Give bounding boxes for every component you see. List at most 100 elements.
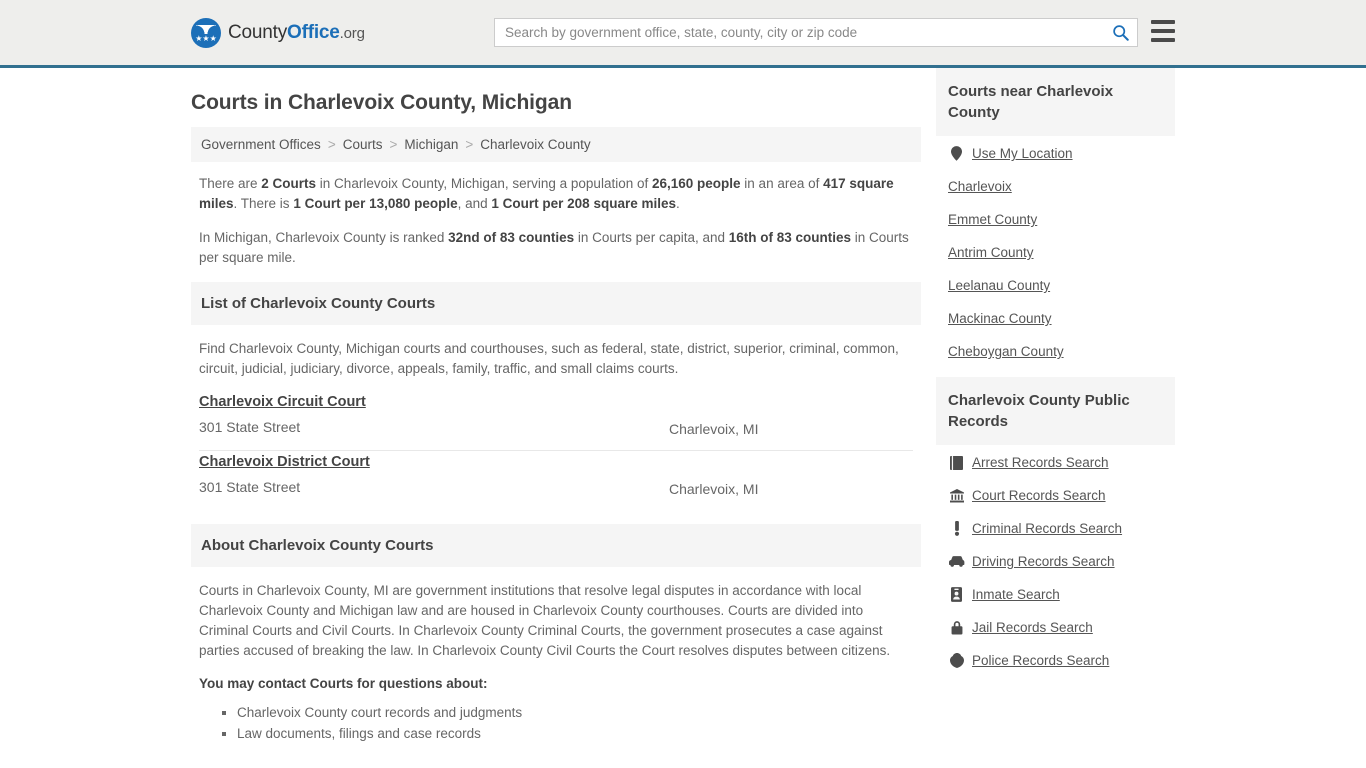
court-city-state: Charlevoix, MI — [669, 481, 759, 497]
public-record-item[interactable]: Jail Records Search — [948, 620, 1163, 635]
stat-value: 2 Courts — [261, 176, 317, 191]
nearby-court-item[interactable]: Antrim County — [948, 245, 1163, 260]
contact-lead: You may contact Courts for questions abo… — [199, 676, 488, 691]
public-record-item[interactable]: Criminal Records Search — [948, 521, 1163, 536]
court-address: 301 State Street — [199, 419, 301, 435]
about-paragraph: Courts in Charlevoix County, MI are gove… — [199, 583, 891, 658]
public-records-links: Arrest Records Search Court Records Searc… — [936, 445, 1175, 672]
contact-topic-item: Charlevoix County court records and judg… — [237, 702, 913, 723]
stat-text: in Charlevoix County, Michigan, serving … — [316, 176, 652, 191]
stats-paragraph-1: There are 2 Courts in Charlevoix County,… — [199, 174, 913, 214]
courts-list-heading: List of Charlevoix County Courts — [191, 282, 921, 325]
court-address: 301 State Street — [199, 479, 301, 495]
nearby-court-link[interactable]: Emmet County — [948, 212, 1037, 227]
nearby-court-item[interactable]: Cheboygan County — [948, 344, 1163, 359]
nearby-court-link[interactable]: Antrim County — [948, 245, 1034, 260]
nearby-court-link[interactable]: Charlevoix — [948, 179, 1012, 194]
public-record-link[interactable]: Court Records Search — [972, 488, 1106, 503]
public-record-item[interactable]: Driving Records Search — [948, 554, 1163, 569]
stat-value: 1 Court per 13,080 people — [293, 196, 458, 211]
court-info: Charlevoix District Court 301 State Stree… — [199, 453, 669, 498]
exclamation-icon — [948, 521, 965, 536]
courts-list-description: Find Charlevoix County, Michigan courts … — [199, 341, 899, 376]
court-entry: Charlevoix Circuit Court 301 State Street… — [199, 391, 913, 451]
brand-text-office: Office — [287, 21, 340, 43]
breadcrumb: Government Offices > Courts > Michigan > Charl… — [191, 127, 921, 162]
breadcrumb-item-2[interactable]: Courts — [343, 137, 383, 152]
public-record-item[interactable]: Inmate Search — [948, 587, 1163, 602]
courts-list: Charlevoix Circuit Court 301 State Street… — [191, 391, 921, 510]
nearby-court-link[interactable]: Leelanau County — [948, 278, 1050, 293]
breadcrumb-separator: > — [465, 137, 474, 152]
breadcrumb-item-3[interactable]: Michigan — [404, 137, 458, 152]
public-records-heading: Charlevoix County Public Records — [936, 377, 1175, 445]
eagle-logo-icon: ★★★ — [191, 17, 221, 48]
search-button[interactable] — [1103, 19, 1137, 46]
padlock-icon — [948, 620, 965, 635]
stat-value: 32nd of 83 counties — [448, 230, 575, 245]
public-record-link[interactable]: Driving Records Search — [972, 554, 1115, 569]
public-record-link[interactable]: Jail Records Search — [972, 620, 1093, 635]
nearby-court-link[interactable]: Use My Location — [972, 146, 1073, 161]
courthouse-icon — [948, 488, 965, 503]
court-city-state: Charlevoix, MI — [669, 421, 759, 437]
court-name-link[interactable]: Charlevoix District Court — [199, 454, 370, 470]
nearby-courts-links: Use My Location Charlevoix Emmet County Ant… — [936, 136, 1175, 363]
about-body: Courts in Charlevoix County, MI are gove… — [191, 567, 921, 744]
stat-text: . There is — [233, 196, 294, 211]
sidebar: Courts near Charlevoix County Use My Loc… — [936, 68, 1175, 744]
public-record-link[interactable]: Inmate Search — [972, 587, 1060, 602]
stat-text: , and — [457, 196, 492, 211]
stat-text: In Michigan, Charlevoix County is ranked — [199, 230, 449, 245]
stat-value: 1 Court per 208 square miles — [491, 196, 676, 211]
nearby-court-link[interactable]: Mackinac County — [948, 311, 1052, 326]
nearby-court-link[interactable]: Cheboygan County — [948, 344, 1064, 359]
stat-text: in Courts per capita, and — [574, 230, 729, 245]
public-record-link[interactable]: Police Records Search — [972, 653, 1109, 668]
nearby-court-item[interactable]: Leelanau County — [948, 278, 1163, 293]
page-body: Courts in Charlevoix County, Michigan Go… — [0, 68, 1366, 744]
about-heading: About Charlevoix County Courts — [191, 524, 921, 567]
hamburger-menu-icon[interactable] — [1151, 20, 1175, 42]
nearby-court-item[interactable]: Emmet County — [948, 212, 1163, 227]
public-record-item[interactable]: Police Records Search — [948, 653, 1163, 668]
public-record-item[interactable]: Arrest Records Search — [948, 455, 1163, 470]
search-input[interactable] — [495, 19, 1103, 46]
id-badge-icon — [948, 587, 965, 602]
search-icon — [1112, 25, 1129, 41]
brand-text-org: .org — [339, 24, 365, 42]
nearby-court-item[interactable]: Mackinac County — [948, 311, 1163, 326]
site-logo[interactable]: ★★★ CountyOffice.org — [191, 17, 365, 48]
stat-text: in an area of — [740, 176, 824, 191]
main-content: Courts in Charlevoix County, Michigan Go… — [191, 68, 921, 744]
nearby-courts-card: Courts near Charlevoix County Use My Loc… — [936, 68, 1175, 363]
public-record-link[interactable]: Arrest Records Search — [972, 455, 1109, 470]
court-name-link[interactable]: Charlevoix Circuit Court — [199, 394, 366, 410]
stat-value: 26,160 people — [651, 176, 741, 191]
public-record-link[interactable]: Criminal Records Search — [972, 521, 1122, 536]
map-pin-icon — [948, 146, 965, 161]
breadcrumb-separator: > — [327, 137, 336, 152]
nearby-court-item[interactable]: Charlevoix — [948, 179, 1163, 194]
public-record-item[interactable]: Court Records Search — [948, 488, 1163, 503]
book-icon — [948, 455, 965, 470]
county-stats: There are 2 Courts in Charlevoix County,… — [191, 162, 921, 268]
contact-topics-list: Charlevoix County court records and judg… — [199, 702, 913, 744]
breadcrumb-item-4: Charlevoix County — [480, 137, 591, 152]
page-title: Courts in Charlevoix County, Michigan — [191, 91, 572, 114]
nearby-courts-heading: Courts near Charlevoix County — [936, 68, 1175, 136]
stat-text: . — [675, 196, 680, 211]
breadcrumb-separator: > — [389, 137, 398, 152]
contact-topic-item: Law documents, filings and case records — [237, 723, 913, 744]
stats-paragraph-2: In Michigan, Charlevoix County is ranked… — [199, 228, 913, 268]
courts-list-description-wrap: Find Charlevoix County, Michigan courts … — [191, 325, 921, 379]
site-header: ★★★ CountyOffice.org — [0, 0, 1366, 68]
car-icon — [948, 556, 965, 567]
court-info: Charlevoix Circuit Court 301 State Street — [199, 393, 669, 438]
breadcrumb-item-1[interactable]: Government Offices — [201, 137, 321, 152]
brand-wordmark: CountyOffice.org — [228, 22, 365, 44]
brand-text-county: County — [228, 21, 288, 43]
search-bar — [494, 18, 1138, 47]
public-records-card: Charlevoix County Public Records Arrest … — [936, 377, 1175, 672]
nearby-court-item[interactable]: Use My Location — [948, 146, 1163, 161]
